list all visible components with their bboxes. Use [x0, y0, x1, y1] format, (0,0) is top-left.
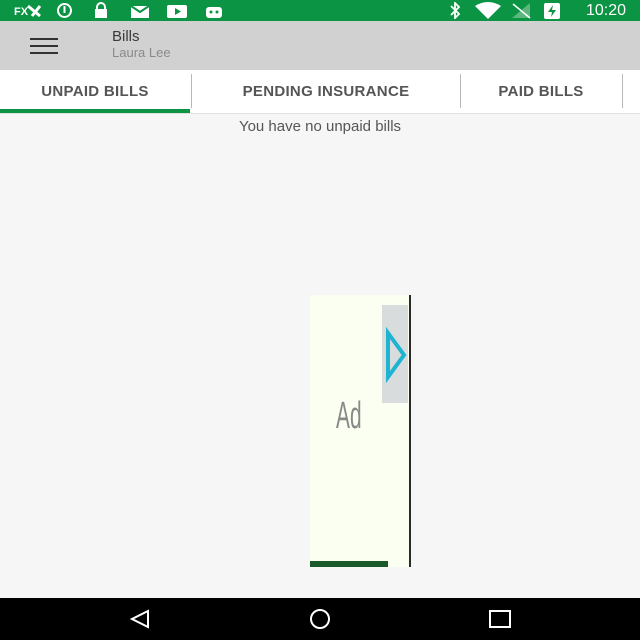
tab-bar: UNPAID BILLS PENDING INSURANCE PAID BILL… — [0, 70, 640, 114]
app-toolbar: Bills Laura Lee — [0, 21, 640, 70]
tab-paid-bills[interactable]: PAID BILLS — [461, 70, 621, 112]
notification-icon: FX — [14, 4, 42, 18]
tab-divider — [622, 74, 623, 108]
svg-text:FX: FX — [14, 6, 29, 18]
lock-icon — [95, 2, 107, 18]
info-icon — [57, 3, 72, 18]
tab-pending-insurance[interactable]: PENDING INSURANCE — [192, 70, 460, 112]
status-bar: FX 10:20 — [0, 0, 640, 21]
empty-state-message: You have no unpaid bills — [238, 118, 402, 135]
battery-charging-icon — [544, 3, 560, 19]
system-nav-bar — [0, 598, 640, 640]
tab-unpaid-bills[interactable]: UNPAID BILLS — [0, 70, 190, 112]
video-icon — [167, 5, 187, 18]
page-subtitle: Laura Lee — [112, 45, 171, 60]
ad-label: Ad — [336, 395, 362, 437]
tab-label: PENDING INSURANCE — [242, 82, 410, 100]
back-icon[interactable] — [128, 608, 152, 630]
tab-label: PAID BILLS — [498, 82, 584, 100]
ad-choices-icon[interactable] — [382, 305, 408, 403]
menu-icon[interactable] — [26, 35, 62, 57]
android-icon — [206, 7, 222, 18]
active-tab-indicator — [0, 109, 190, 113]
ad-bottom-strip — [310, 561, 388, 567]
bluetooth-icon — [450, 2, 461, 19]
mail-icon — [130, 5, 150, 18]
signal-icon — [512, 3, 531, 19]
recents-icon[interactable] — [488, 608, 512, 630]
ad-side-panel — [382, 305, 408, 403]
status-clock: 10:20 — [585, 2, 626, 19]
ad-banner[interactable]: Ad — [310, 295, 411, 567]
home-icon[interactable] — [306, 608, 334, 630]
wifi-icon — [475, 2, 501, 19]
page-title: Bills — [112, 28, 140, 45]
tab-label: UNPAID BILLS — [41, 82, 149, 100]
